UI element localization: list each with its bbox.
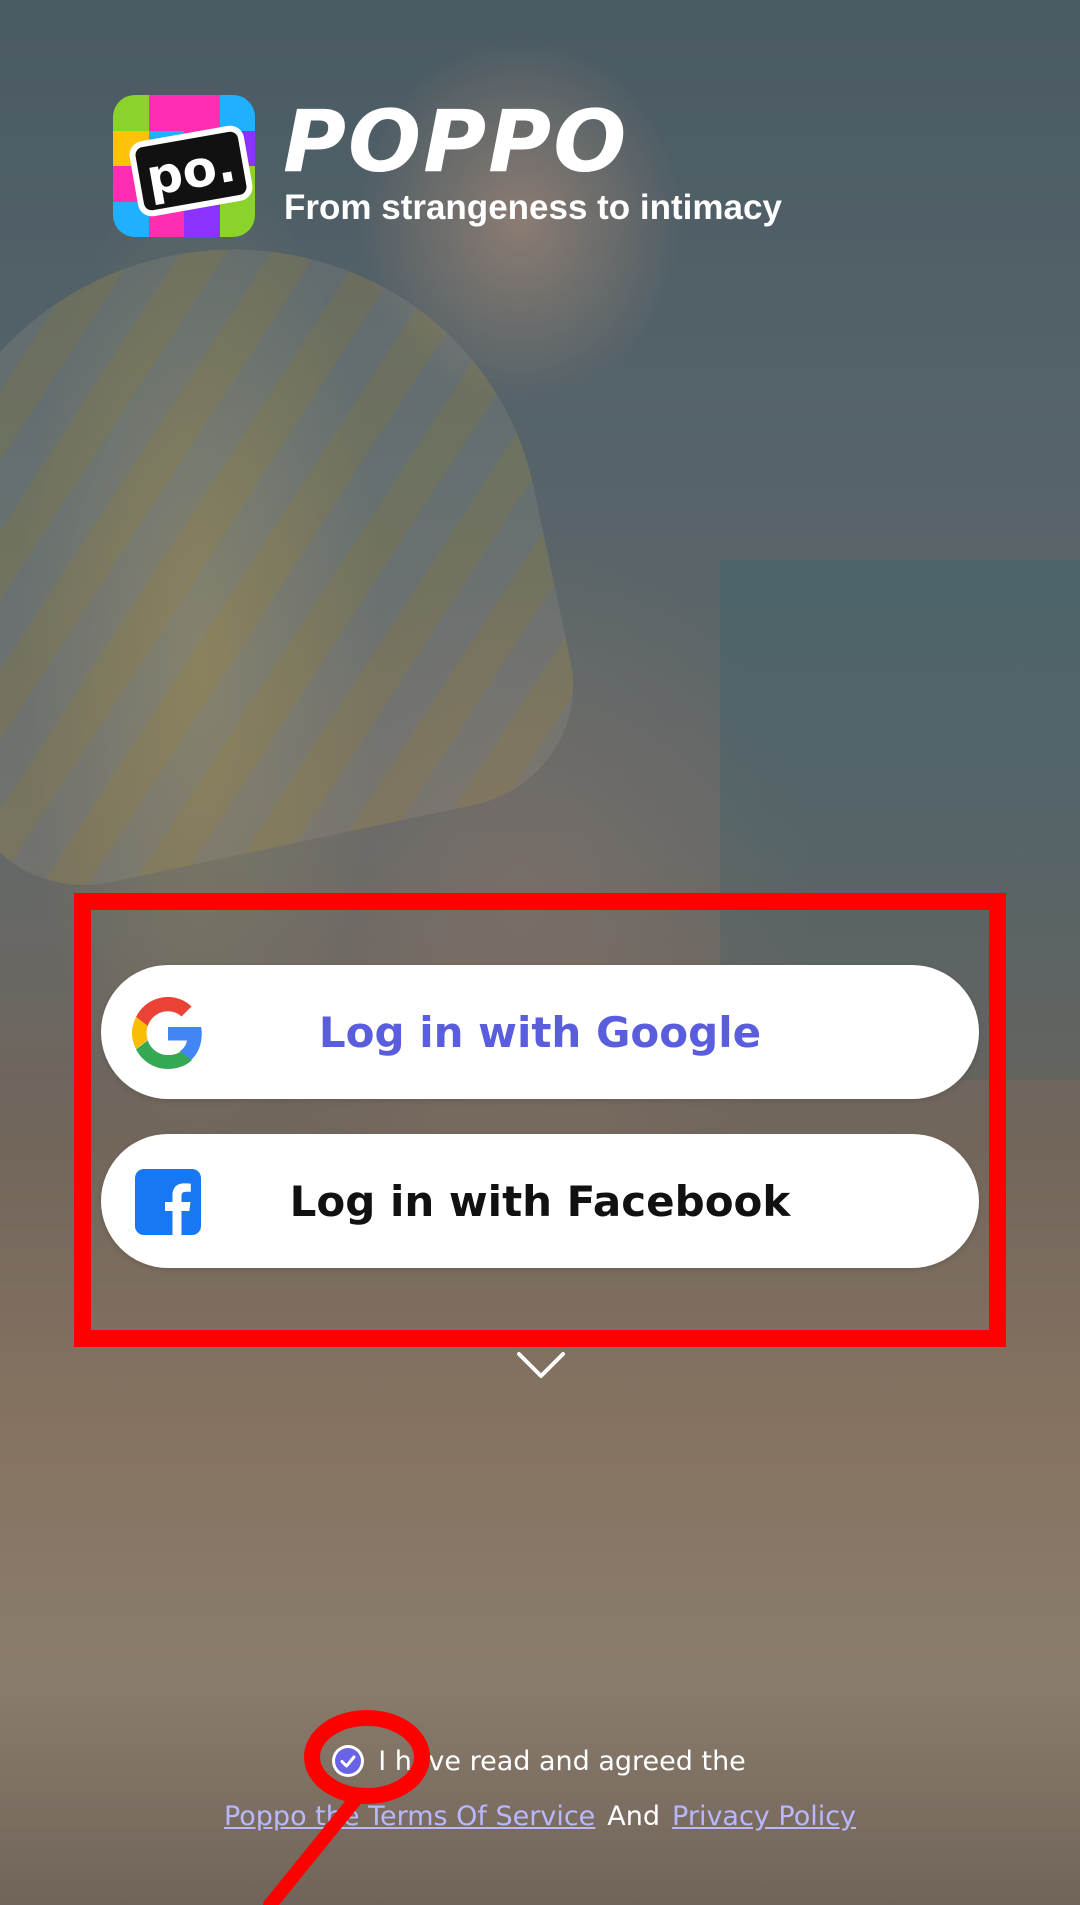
facebook-login-button[interactable]: Log in with Facebook: [101, 1134, 979, 1268]
brand-name: POPPO: [283, 92, 629, 192]
google-login-button[interactable]: Log in with Google: [101, 965, 979, 1099]
google-login-label: Log in with Google: [318, 1007, 762, 1057]
agreement-checkbox[interactable]: [332, 1745, 365, 1777]
google-icon: [132, 997, 202, 1069]
brand-tagline: From strangeness to intimacy: [284, 188, 782, 227]
app-logo: po.: [113, 95, 255, 237]
facebook-icon: [135, 1169, 201, 1235]
links-conjunction: And: [607, 1800, 661, 1832]
facebook-login-label: Log in with Facebook: [289, 1176, 791, 1226]
agreement-text: I have read and agreed the: [378, 1745, 746, 1777]
terms-of-service-link[interactable]: Poppo the Terms Of Service: [224, 1801, 595, 1832]
legal-links: Poppo the Terms Of Service And Privacy P…: [0, 1796, 1080, 1836]
check-icon: [335, 1748, 362, 1774]
agreement-row: I have read and agreed the: [0, 1738, 1080, 1784]
privacy-policy-link[interactable]: Privacy Policy: [672, 1801, 856, 1832]
annotation-highlight-box: [74, 893, 1006, 1347]
chevron-down-icon[interactable]: [516, 1350, 566, 1380]
